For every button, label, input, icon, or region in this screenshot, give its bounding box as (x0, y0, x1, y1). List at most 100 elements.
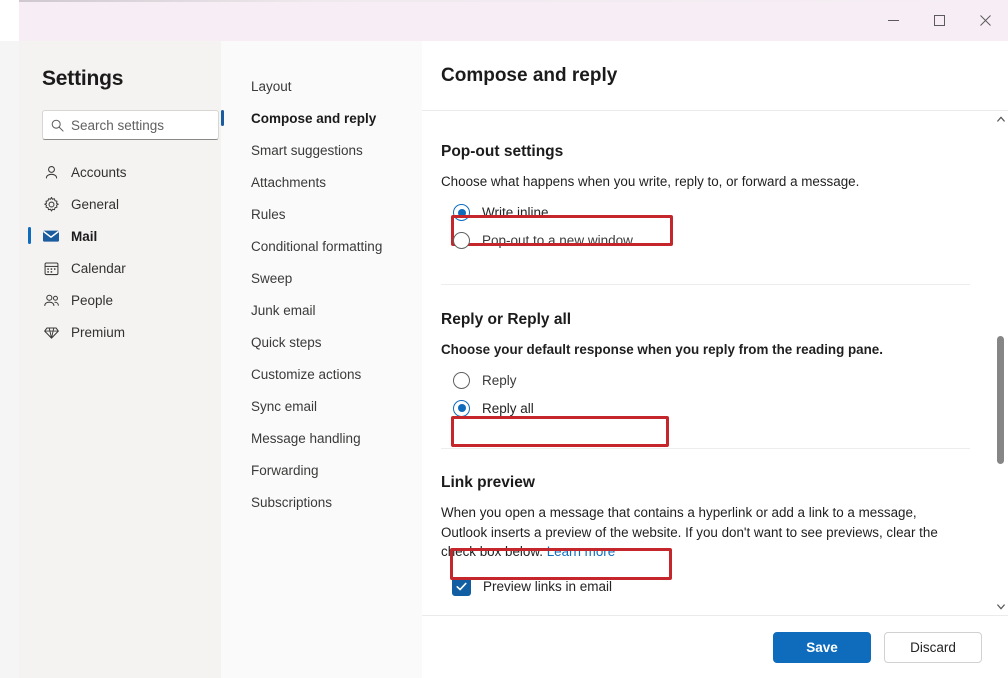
scrollbar-thumb[interactable] (997, 336, 1004, 464)
mail-icon (42, 227, 60, 245)
checkbox-indicator[interactable] (452, 577, 471, 596)
maximize-button[interactable] (916, 0, 962, 40)
search-icon (51, 119, 64, 132)
subnav-item-label: Quick steps (251, 335, 322, 350)
search-input[interactable] (71, 118, 211, 133)
calendar-icon (42, 259, 60, 277)
subnav-item-quick-steps[interactable]: Quick steps (221, 326, 422, 358)
subnav-item-compose-and-reply[interactable]: Compose and reply (221, 102, 422, 134)
subnav-item-label: Subscriptions (251, 495, 332, 510)
radio-reply-all[interactable]: Reply all (441, 394, 952, 422)
sidebar-item-general[interactable]: General (19, 188, 221, 220)
discard-button[interactable]: Discard (884, 632, 982, 663)
link-preview-description-text: When you open a message that contains a … (441, 505, 938, 559)
subnav-item-label: Conditional formatting (251, 239, 382, 254)
sidebar-item-label: General (71, 197, 119, 212)
sidebar-nav: Accounts General Mail (19, 156, 221, 348)
radio-write-inline[interactable]: Write inline (441, 199, 952, 227)
settings-scroll-area: Pop-out settings Choose what happens whe… (422, 111, 1008, 615)
scrollbar-track[interactable] (993, 127, 1008, 599)
sidebar-item-mail[interactable]: Mail (19, 220, 221, 252)
subnav-list: Layout Compose and reply Smart suggestio… (221, 70, 422, 518)
subnav-item-label: Customize actions (251, 367, 361, 382)
radio-indicator[interactable] (453, 232, 470, 249)
subnav-item-smart-suggestions[interactable]: Smart suggestions (221, 134, 422, 166)
sidebar-item-calendar[interactable]: Calendar (19, 252, 221, 284)
person-icon (42, 163, 60, 181)
checkbox-label: Preview links in email (483, 579, 612, 594)
sidebar-item-label: People (71, 293, 113, 308)
subnav-item-conditional-formatting[interactable]: Conditional formatting (221, 230, 422, 262)
content-scrollbar[interactable] (993, 111, 1008, 615)
sidebar-item-label: Mail (71, 229, 97, 244)
sidebar-item-label: Calendar (71, 261, 126, 276)
settings-window: Settings Accounts (0, 0, 1008, 678)
content-header: Compose and reply (422, 41, 1008, 110)
subnav-item-label: Layout (251, 79, 292, 94)
subnav-item-label: Smart suggestions (251, 143, 363, 158)
content-footer: Save Discard (422, 616, 1008, 678)
settings-sidebar: Settings Accounts (19, 41, 221, 678)
scrollbar-up-button[interactable] (993, 111, 1008, 127)
close-icon (980, 15, 991, 26)
radio-indicator[interactable] (453, 204, 470, 221)
radio-label: Pop-out to a new window (482, 233, 633, 248)
close-button[interactable] (962, 0, 1008, 40)
section-title: Link preview (441, 474, 952, 492)
subnav-item-sync-email[interactable]: Sync email (221, 390, 422, 422)
subnav-item-label: Rules (251, 207, 286, 222)
subnav-item-label: Sync email (251, 399, 317, 414)
subnav-item-layout[interactable]: Layout (221, 70, 422, 102)
section-title: Reply or Reply all (441, 311, 952, 329)
diamond-icon (42, 323, 60, 341)
subnav-item-label: Junk email (251, 303, 316, 318)
save-button[interactable]: Save (773, 632, 871, 663)
subnav-item-attachments[interactable]: Attachments (221, 166, 422, 198)
subnav-item-label: Compose and reply (251, 111, 376, 126)
minimize-icon (888, 15, 899, 26)
chevron-down-icon (997, 604, 1005, 610)
subnav-item-label: Attachments (251, 175, 326, 190)
subnav-item-label: Sweep (251, 271, 292, 286)
section-description: Choose what happens when you write, repl… (441, 172, 951, 192)
sidebar-item-accounts[interactable]: Accounts (19, 156, 221, 188)
maximize-icon (934, 15, 945, 26)
subnav-item-subscriptions[interactable]: Subscriptions (221, 486, 422, 518)
radio-popout-new-window[interactable]: Pop-out to a new window (441, 227, 952, 255)
section-link-preview: Link preview When you open a message tha… (441, 449, 982, 601)
settings-subnav-column: Layout Compose and reply Smart suggestio… (221, 41, 422, 678)
gear-icon (42, 195, 60, 213)
subnav-item-sweep[interactable]: Sweep (221, 262, 422, 294)
subnav-item-message-handling[interactable]: Message handling (221, 422, 422, 454)
people-icon (42, 291, 60, 309)
radio-reply[interactable]: Reply (441, 366, 952, 394)
section-title: Pop-out settings (441, 143, 952, 161)
subnav-item-forwarding[interactable]: Forwarding (221, 454, 422, 486)
search-settings-box[interactable] (42, 110, 219, 140)
section-reply-or-reply-all: Reply or Reply all Choose your default r… (441, 285, 982, 423)
sidebar-item-label: Premium (71, 325, 125, 340)
subnav-item-rules[interactable]: Rules (221, 198, 422, 230)
subnav-item-customize-actions[interactable]: Customize actions (221, 358, 422, 390)
checkmark-icon (455, 580, 468, 593)
checkbox-preview-links-in-email[interactable]: Preview links in email (441, 573, 952, 601)
chevron-up-icon (997, 116, 1005, 122)
minimize-button[interactable] (870, 0, 916, 40)
section-description: When you open a message that contains a … (441, 503, 951, 562)
window-titlebar (0, 0, 1008, 41)
sidebar-item-people[interactable]: People (19, 284, 221, 316)
radio-label: Reply (482, 373, 517, 388)
radio-indicator[interactable] (453, 372, 470, 389)
sidebar-item-premium[interactable]: Premium (19, 316, 221, 348)
subnav-item-label: Forwarding (251, 463, 319, 478)
radio-label: Reply all (482, 401, 534, 416)
section-description: Choose your default response when you re… (441, 340, 951, 360)
subnav-item-junk-email[interactable]: Junk email (221, 294, 422, 326)
scrollbar-down-button[interactable] (993, 599, 1008, 615)
radio-label: Write inline (482, 205, 549, 220)
radio-indicator[interactable] (453, 400, 470, 417)
learn-more-link[interactable]: Learn more (547, 544, 615, 559)
subnav-item-label: Message handling (251, 431, 361, 446)
sidebar-item-label: Accounts (71, 165, 127, 180)
section-popout-settings: Pop-out settings Choose what happens whe… (441, 111, 982, 255)
